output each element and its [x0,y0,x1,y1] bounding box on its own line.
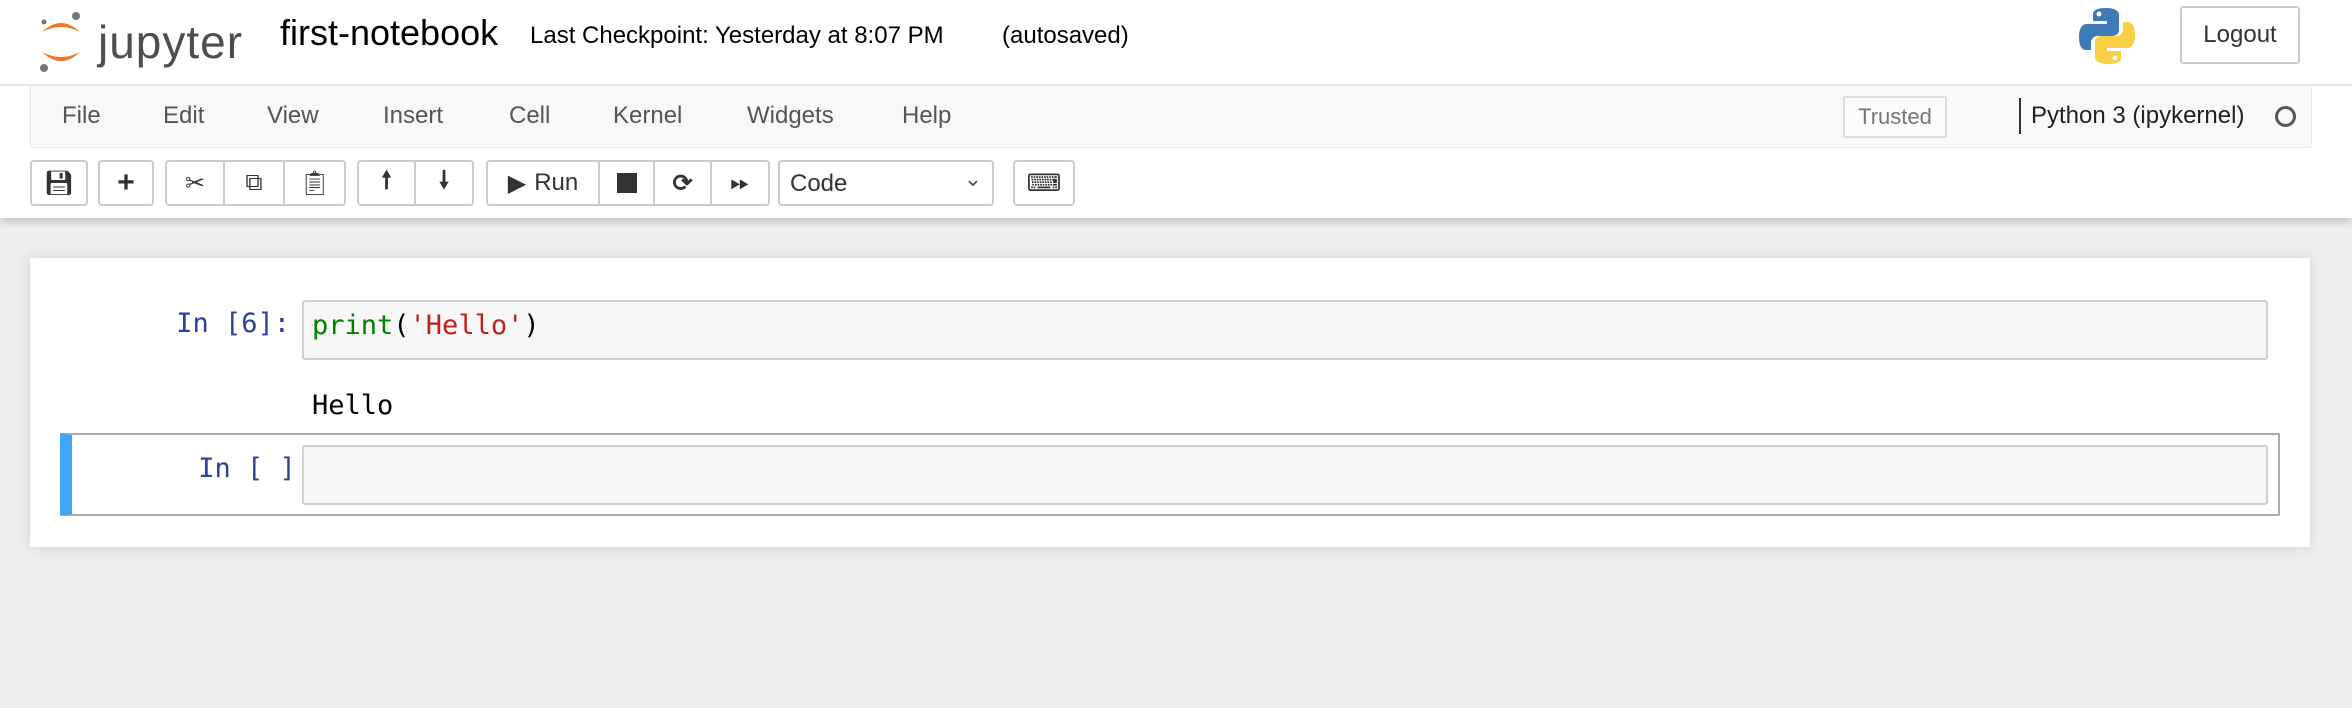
kernel-separator [2019,98,2021,134]
run-button[interactable]: ▶ Run [486,160,600,206]
logout-button[interactable]: Logout [2180,6,2300,64]
save-button[interactable]: 💾︎ [30,160,88,206]
cell-type-value: Code [790,170,848,197]
cell-type-select[interactable]: Code ⌄ [778,160,994,206]
code-cell-input[interactable] [302,445,2268,505]
trusted-indicator[interactable]: Trusted [1843,96,1947,138]
insert-cell-button[interactable]: + [98,160,154,206]
menu-kernel[interactable]: Kernel [613,102,682,130]
copy-icon: ⧉ [245,169,263,196]
run-label: Run [534,169,579,196]
header: jupyter first-notebook Last Checkpoint: … [0,0,2352,218]
selected-code-cell[interactable]: In [ ]: [60,433,2280,516]
kernel-name[interactable]: Python 3 (ipykernel) [2031,102,2244,130]
restart-icon: ⟳ [672,169,693,197]
code-paren: ( [393,310,410,341]
chevron-down-icon: ⌄ [963,166,982,191]
checkpoint-status: Last Checkpoint: Yesterday at 8:07 PM [530,22,944,49]
jupyter-logo-icon [40,12,80,72]
kernel-idle-icon [2275,106,2296,127]
stop-icon [616,173,637,193]
plus-icon: + [117,166,135,199]
fast-forward-icon: ⏩︎ [730,169,750,196]
menu-cell[interactable]: Cell [509,102,550,130]
interrupt-button[interactable] [600,160,655,206]
menu-help[interactable]: Help [902,102,951,130]
menu-view[interactable]: View [267,102,319,130]
keyboard-icon: ⌨ [1026,169,1062,197]
cell-prompt: In [ ]: [198,453,312,484]
restart-run-all-button[interactable]: ⏩︎ [712,160,770,206]
menu-widgets[interactable]: Widgets [747,102,834,130]
code-function: print [312,310,394,341]
cut-icon: ✂ [184,169,206,197]
arrow-down-icon: 🠗 [438,166,450,194]
code-cell-input[interactable]: print('Hello') [302,300,2268,360]
cell-output: Hello [312,390,394,421]
command-palette-button[interactable]: ⌨ [1013,160,1075,206]
python-logo-icon [2078,6,2136,71]
code-paren: ) [523,310,540,341]
notebook-panel: In [6]: print('Hello') Hello In [ ]: [30,258,2310,547]
autosave-status: (autosaved) [1002,22,1129,49]
copy-button[interactable]: ⧉ [225,160,285,206]
paste-button[interactable]: 📋︎ [285,160,346,206]
menu-insert[interactable]: Insert [383,102,443,130]
code-string: 'Hello' [409,310,524,341]
move-down-button[interactable]: 🠗 [416,160,474,206]
arrow-up-icon: 🠕 [381,166,392,194]
move-up-button[interactable]: 🠕 [357,160,416,206]
menu-file[interactable]: File [62,102,101,130]
save-icon: 💾︎ [43,169,75,197]
cell-prompt: In [6]: [176,308,290,339]
restart-button[interactable]: ⟳ [655,160,712,206]
logo-text: jupyter [98,16,244,68]
play-icon: ▶ [507,169,527,197]
menubar: File Edit View Insert Cell Kernel Widget… [30,86,2312,148]
cut-button[interactable]: ✂ [165,160,225,206]
paste-icon: 📋︎ [299,169,330,197]
menu-edit[interactable]: Edit [163,102,204,130]
notebook-title[interactable]: first-notebook [280,12,498,54]
jupyter-logo[interactable]: jupyter [38,10,243,74]
